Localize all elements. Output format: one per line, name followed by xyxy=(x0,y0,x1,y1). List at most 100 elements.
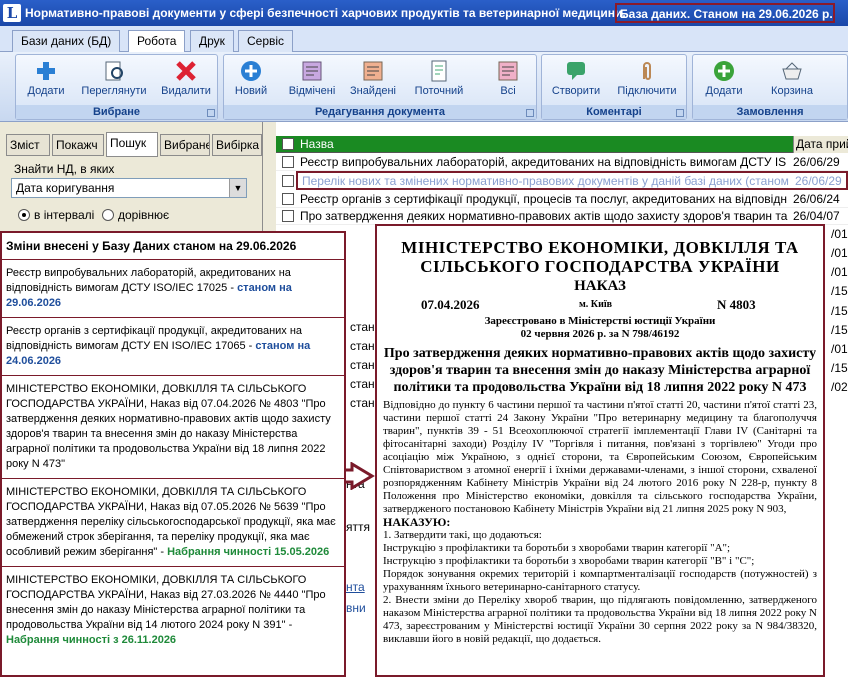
tab-work[interactable]: Робота xyxy=(128,30,186,53)
row-checkbox[interactable] xyxy=(282,193,294,205)
row-date-partial: /01 xyxy=(831,227,848,241)
doc-paragraph: Інструкцію з профілактики та боротьби з … xyxy=(383,542,731,554)
row-date-partial: /02 xyxy=(831,380,848,394)
favorites-delete-button[interactable]: Видалити xyxy=(160,59,212,97)
tab-selection[interactable]: Вибірка xyxy=(212,134,262,156)
tab-contents[interactable]: Зміст xyxy=(6,134,50,156)
tab-databases[interactable]: Бази даних (БД) xyxy=(12,30,121,52)
select-all-checkbox[interactable] xyxy=(282,138,294,150)
news-item[interactable]: МІНІСТЕРСТВО ЕКОНОМІКИ, ДОВКІЛЛЯ ТА СІЛЬ… xyxy=(2,567,344,654)
doc-subject: Про затвердження деяких нормативно-право… xyxy=(383,346,817,395)
app-window: L Нормативно-правові документи у сфері б… xyxy=(0,0,848,677)
group-orders: Додати Корзина Замовлення xyxy=(692,54,848,120)
row-date-partial: /15 xyxy=(831,361,848,375)
group-launcher-icon[interactable] xyxy=(526,109,534,117)
tab-service[interactable]: Сервіс xyxy=(238,30,294,52)
row-date-partial: /01 xyxy=(831,342,848,356)
row-date-partial: /01 xyxy=(831,246,848,260)
table-row[interactable]: Реєстр органів з сертифікації продукції,… xyxy=(276,191,848,208)
detail-fragment: яття xyxy=(346,520,370,534)
doc-registered: Зареєстровано в Міністерстві юстиції Укр… xyxy=(484,315,716,327)
news-header: Зміни внесені у Базу Даних станом на 29.… xyxy=(2,233,344,260)
news-item[interactable]: МІНІСТЕРСТВО ЕКОНОМІКИ, ДОВКІЛЛЯ ТА СІЛЬ… xyxy=(2,479,344,567)
table-row[interactable]: Про затвердження деяких нормативно-право… xyxy=(276,208,848,225)
edit-found-button[interactable]: Знайдені xyxy=(348,59,398,97)
favorites-view-button[interactable]: Переглянути xyxy=(78,59,150,97)
doc-nakazuyu: НАКАЗУЮ: xyxy=(383,515,451,529)
group-launcher-icon[interactable] xyxy=(207,109,215,117)
news-item[interactable]: МІНІСТЕРСТВО ЕКОНОМІКИ, ДОВКІЛЛЯ ТА СІЛЬ… xyxy=(2,376,344,479)
find-label: Знайти НД, в яких xyxy=(14,162,115,176)
menu-tabs: Бази даних (БД) Робота Друк Сервіс xyxy=(0,26,848,53)
window-title: Нормативно-правові документи у сфері без… xyxy=(25,6,626,20)
radio-interval[interactable]: в інтервалі xyxy=(18,208,94,222)
order-basket-button[interactable]: Корзина xyxy=(767,59,817,97)
group-title: Вибране xyxy=(16,105,217,119)
doc-paragraph: 1. Затвердити такі, що додаються: xyxy=(383,529,542,541)
col-name-header[interactable]: Назва xyxy=(300,137,334,151)
marked-docs-icon xyxy=(302,61,322,81)
detail-link[interactable]: нта xyxy=(346,580,365,594)
group-title: Коментарі xyxy=(542,105,686,119)
paperclip-icon xyxy=(643,62,651,80)
row-date-partial: /15 xyxy=(831,304,848,318)
tab-index[interactable]: Покажч xyxy=(52,134,104,156)
favorites-add-button[interactable]: Додати xyxy=(24,59,68,97)
row-text-partial: стан xyxy=(350,396,375,410)
radio-unchecked-icon xyxy=(102,209,114,221)
col-date-header[interactable]: Дата прий xyxy=(793,136,848,153)
detail-link[interactable]: вни xyxy=(346,601,366,615)
doc-city: м. Київ xyxy=(579,299,613,310)
group-launcher-icon[interactable] xyxy=(676,109,684,117)
ribbon: Додати Переглянути Видалити Вибране Нови… xyxy=(0,52,848,122)
order-add-button[interactable]: Додати xyxy=(701,59,747,97)
search-field-value: Дата коригування xyxy=(16,181,115,195)
comment-create-button[interactable]: Створити xyxy=(548,59,604,97)
chevron-down-icon[interactable]: ▼ xyxy=(229,179,246,197)
new-circle-icon xyxy=(241,61,261,81)
doc-registered-date: 02 червня 2026 р. за N 798/46192 xyxy=(520,328,680,340)
edit-marked-button[interactable]: Відмічені xyxy=(286,59,338,97)
basket-icon xyxy=(782,62,802,80)
row-checkbox[interactable] xyxy=(282,175,294,187)
group-title: Редагування документа xyxy=(224,105,536,119)
row-checkbox[interactable] xyxy=(282,210,294,222)
news-panel: Зміни внесені у Базу Даних станом на 29.… xyxy=(0,231,346,677)
group-comments: Створити Підключити Коментарі xyxy=(541,54,687,120)
delete-x-icon xyxy=(176,61,196,81)
table-row-selected[interactable]: Перелік нових та змінених нормативно-пра… xyxy=(296,171,848,190)
doc-paragraph: 2. Внести зміни до Переліку хвороб твари… xyxy=(383,594,817,645)
current-doc-icon xyxy=(431,60,447,82)
grid-header: Назва Дата прий xyxy=(276,136,848,153)
view-icon xyxy=(105,61,123,81)
group-favorites: Додати Переглянути Видалити Вибране xyxy=(15,54,218,120)
row-checkbox[interactable] xyxy=(282,156,294,168)
radio-checked-icon xyxy=(18,209,30,221)
row-date-partial: /15 xyxy=(831,323,848,337)
tab-search[interactable]: Пошук xyxy=(106,132,158,157)
db-status: База даних. Станом на 29.06.2026 р. xyxy=(615,3,835,23)
edit-new-button[interactable]: Новий xyxy=(230,59,272,97)
news-item[interactable]: Реєстр випробувальних лабораторій, акред… xyxy=(2,260,344,318)
row-text-partial: стан xyxy=(350,377,375,391)
radio-equal[interactable]: дорівнює xyxy=(102,208,169,222)
row-date-partial: /01 xyxy=(831,265,848,279)
edit-all-button[interactable]: Всі xyxy=(488,59,528,97)
group-title: Замовлення xyxy=(693,105,847,119)
edit-current-button[interactable]: Поточний xyxy=(410,59,468,97)
doc-meta: 07.04.2026 м. Київ N 4803 xyxy=(377,297,823,315)
plus-icon xyxy=(37,62,55,80)
app-logo-icon: L xyxy=(3,4,21,22)
row-text-partial: стан xyxy=(350,358,375,372)
comment-attach-button[interactable]: Підключити xyxy=(614,59,680,97)
tab-print[interactable]: Друк xyxy=(190,30,234,52)
search-field-select[interactable]: Дата коригування ▼ xyxy=(11,178,247,198)
news-item[interactable]: Реєстр органів з сертифікації продукції,… xyxy=(2,318,344,376)
doc-paragraph: Відповідно до пункту 6 частини першої та… xyxy=(383,399,817,515)
doc-paragraph: Порядок зонування окремих територій і ко… xyxy=(383,568,817,593)
doc-kind: НАКАЗ xyxy=(574,278,626,294)
row-date-partial: /15 xyxy=(831,284,848,298)
tab-favorites[interactable]: Вибране xyxy=(160,134,210,156)
table-row[interactable]: Реєстр випробувальних лабораторій, акред… xyxy=(276,154,848,171)
doc-body: Відповідно до пункту 6 частини першої та… xyxy=(377,396,823,646)
